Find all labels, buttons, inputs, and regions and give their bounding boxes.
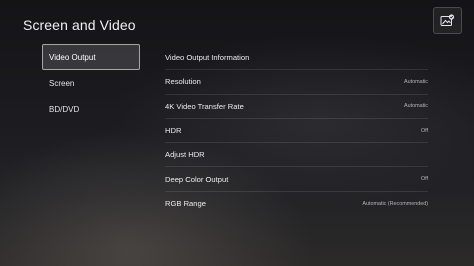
setting-deep-color-output[interactable]: Deep Color Output Off: [165, 167, 428, 192]
setting-4k-video-transfer-rate[interactable]: 4K Video Transfer Rate Automatic: [165, 95, 428, 119]
setting-resolution[interactable]: Resolution Automatic: [165, 70, 428, 95]
sidebar-item-label: Video Output: [49, 53, 96, 62]
setting-rgb-range[interactable]: RGB Range Automatic (Recommended): [165, 192, 428, 216]
setting-value: Automatic: [404, 78, 428, 85]
sidebar-item-bd-dvd[interactable]: BD/DVD: [42, 96, 140, 122]
setting-value: Automatic: [404, 103, 428, 110]
sidebar-item-screen[interactable]: Screen: [42, 70, 140, 96]
setting-label: HDR: [165, 126, 182, 136]
setting-value: Off: [420, 127, 428, 134]
sidebar-item-label: Screen: [49, 79, 75, 88]
setting-hdr[interactable]: HDR Off: [165, 119, 428, 144]
setting-label: 4K Video Transfer Rate: [165, 101, 244, 111]
setting-label: RGB Range: [165, 199, 206, 209]
setting-label: Deep Color Output: [165, 174, 229, 184]
setting-label: Resolution: [165, 77, 201, 87]
screen-and-video-page: Screen and Video Video Output Screen BD/…: [0, 0, 474, 266]
setting-adjust-hdr[interactable]: Adjust HDR: [165, 143, 428, 168]
page-title: Screen and Video: [23, 17, 136, 33]
image-check-icon: [440, 14, 455, 27]
setting-label: Adjust HDR: [165, 150, 205, 160]
capture-button[interactable]: [433, 7, 462, 34]
setting-value: Automatic (Recommended): [362, 200, 428, 207]
sidebar: Video Output Screen BD/DVD: [42, 44, 140, 122]
setting-label: Video Output Information: [165, 53, 250, 63]
setting-value: Off: [420, 176, 428, 183]
sidebar-item-video-output[interactable]: Video Output: [42, 44, 140, 70]
setting-video-output-information[interactable]: Video Output Information: [165, 46, 428, 71]
settings-list: Video Output Information Resolution Auto…: [165, 46, 428, 216]
sidebar-item-label: BD/DVD: [49, 105, 80, 114]
